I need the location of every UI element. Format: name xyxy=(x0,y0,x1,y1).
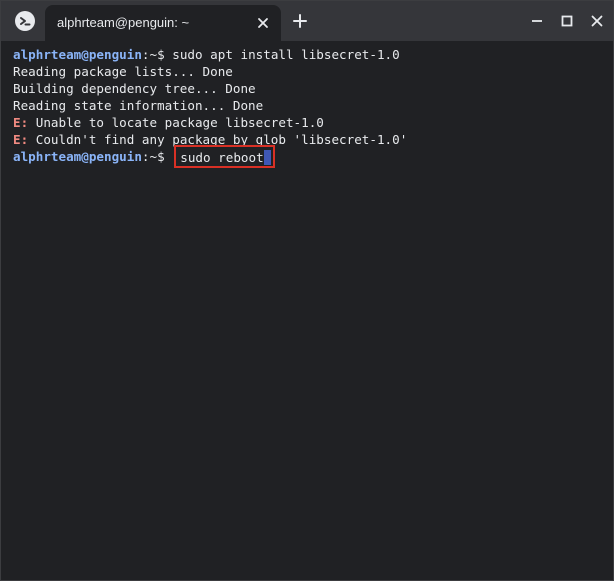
terminal-line: alphrteam@penguin:~$ sudo apt install li… xyxy=(13,46,613,63)
terminal-line: Reading state information... Done xyxy=(13,97,613,114)
highlighted-command: sudo reboot xyxy=(174,145,275,168)
terminal-output[interactable]: alphrteam@penguin:~$ sudo apt install li… xyxy=(1,41,613,580)
text-cursor xyxy=(263,150,271,165)
terminal-line: E: Couldn't find any package by glob 'li… xyxy=(13,131,613,148)
error-tag: E: xyxy=(13,132,29,147)
command-text: sudo apt install libsecret-1.0 xyxy=(172,47,400,62)
terminal-line: alphrteam@penguin:~$ sudo reboot xyxy=(13,145,613,168)
window-close-icon[interactable] xyxy=(587,11,607,31)
terminal-window: alphrteam@penguin: ~ alphrteam@penguin:~… xyxy=(0,0,614,581)
error-tag: E: xyxy=(13,115,29,130)
error-text: Unable to locate package libsecret-1.0 xyxy=(28,115,324,130)
terminal-line: Building dependency tree... Done xyxy=(13,80,613,97)
prompt-suffix: :~$ xyxy=(141,47,173,62)
terminal-line: E: Unable to locate package libsecret-1.… xyxy=(13,114,613,131)
terminal-line: Reading package lists... Done xyxy=(13,63,613,80)
tab-terminal[interactable]: alphrteam@penguin: ~ xyxy=(45,5,281,41)
minimize-icon[interactable] xyxy=(527,11,547,31)
close-icon[interactable] xyxy=(255,15,271,31)
prompt-user: alphrteam@penguin xyxy=(13,149,142,164)
tab-title: alphrteam@penguin: ~ xyxy=(57,15,190,30)
terminal-icon[interactable] xyxy=(15,11,35,31)
prompt-user: alphrteam@penguin xyxy=(13,47,142,62)
output-text: Building dependency tree... Done xyxy=(13,81,256,96)
output-text: Reading package lists... Done xyxy=(13,64,233,79)
output-text: Reading state information... Done xyxy=(13,98,264,113)
command-text: sudo reboot xyxy=(180,150,264,165)
titlebar: alphrteam@penguin: ~ xyxy=(1,1,613,41)
prompt-suffix: :~$ xyxy=(141,149,173,164)
maximize-icon[interactable] xyxy=(557,11,577,31)
plus-icon[interactable] xyxy=(291,12,309,30)
